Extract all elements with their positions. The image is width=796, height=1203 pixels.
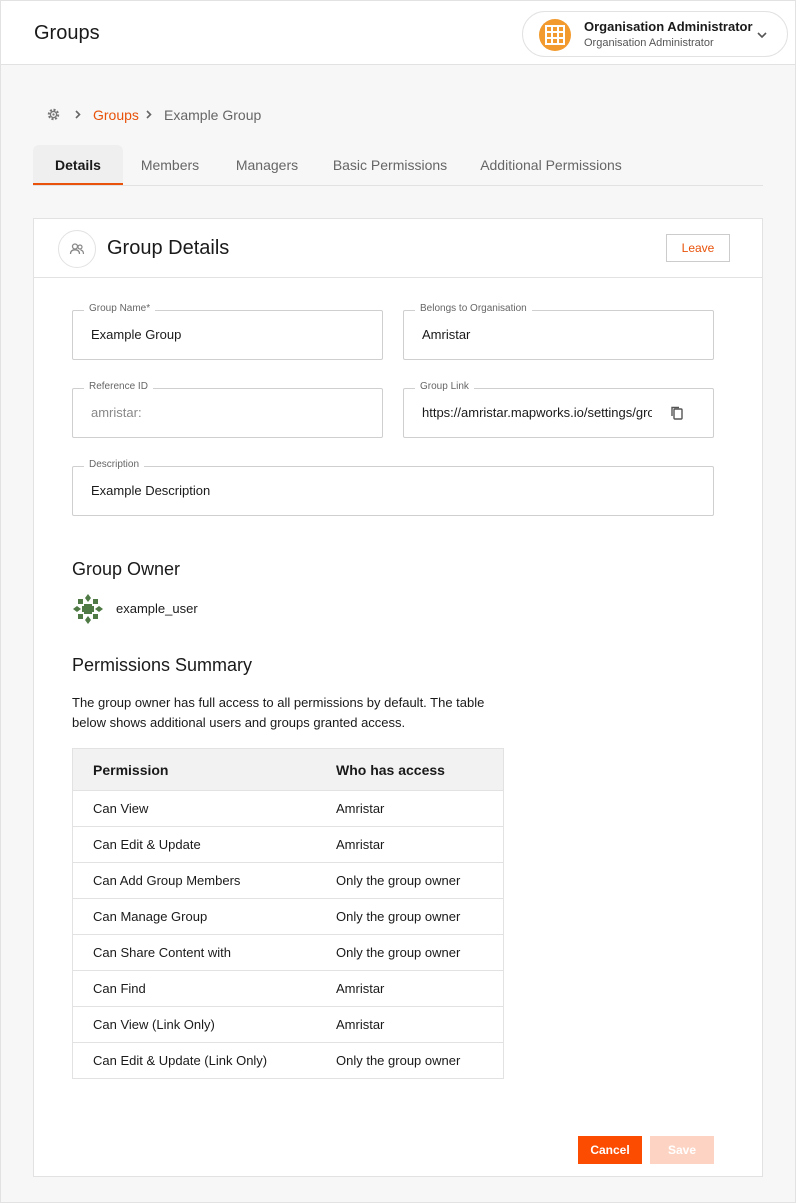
description-label: Description (84, 459, 145, 470)
tab-managers[interactable]: Managers (227, 145, 307, 185)
tab-bar: Details Members Managers Basic Permissio… (33, 145, 763, 186)
tab-additional-permissions[interactable]: Additional Permissions (475, 145, 627, 185)
table-row: Can Edit & Update (Link Only) Only the g… (73, 1042, 503, 1078)
group-link-value: https://amristar.mapworks.io/settings/gr… (422, 405, 652, 420)
cancel-button[interactable]: Cancel (578, 1136, 642, 1164)
chevron-down-icon[interactable] (755, 28, 769, 42)
permission-name: Can View (93, 801, 149, 816)
chevron-right-icon (75, 110, 81, 119)
permission-access: Only the group owner (336, 945, 461, 960)
organisation-field[interactable]: Belongs to Organisation Amristar (403, 303, 714, 360)
description-field[interactable]: Description Example Description (72, 459, 714, 516)
table-row: Can View Amristar (73, 790, 503, 826)
breadcrumb-link-groups[interactable]: Groups (93, 107, 139, 123)
table-row: Can Share Content with Only the group ow… (73, 934, 503, 970)
permission-name: Can Add Group Members (93, 873, 241, 888)
column-header-permission: Permission (93, 761, 169, 778)
group-link-field[interactable]: Group Link https://amristar.mapworks.io/… (403, 381, 714, 438)
table-row: Can Add Group Members Only the group own… (73, 862, 503, 898)
card-header: Group Details Leave (34, 219, 762, 278)
permission-access: Only the group owner (336, 909, 461, 924)
user-name: Organisation Administrator (584, 19, 753, 34)
group-icon (58, 230, 96, 268)
group-details-card: Group Details Leave Group Name* Example … (33, 218, 763, 1177)
reference-id-value: amristar: (91, 405, 142, 420)
user-menu[interactable]: Organisation Administrator Organisation … (522, 11, 788, 57)
group-name-value: Example Group (91, 327, 182, 342)
top-header: Groups Organisation Administrator Organi… (0, 0, 796, 65)
table-row: Can Manage Group Only the group owner (73, 898, 503, 934)
table-row: Can Edit & Update Amristar (73, 826, 503, 862)
column-header-access: Who has access (336, 761, 445, 778)
chevron-right-icon (146, 110, 152, 119)
permission-name: Can Share Content with (93, 945, 232, 960)
description-value: Example Description (91, 483, 211, 498)
user-avatar-icon (72, 593, 104, 625)
permission-name: Can Manage Group (93, 909, 208, 924)
breadcrumb-current: Example Group (164, 107, 262, 123)
table-row: Can Find Amristar (73, 970, 503, 1006)
copy-icon[interactable] (669, 405, 685, 421)
group-name-label: Group Name* (84, 303, 156, 314)
reference-id-label: Reference ID (84, 381, 153, 392)
building-grid-icon (539, 19, 571, 51)
permission-access: Only the group owner (336, 873, 461, 888)
permission-name: Can View (Link Only) (93, 1017, 215, 1032)
table-row: Can View (Link Only) Amristar (73, 1006, 503, 1042)
tab-basic-permissions[interactable]: Basic Permissions (327, 145, 453, 185)
permission-name: Can Edit & Update (93, 837, 201, 852)
card-title: Group Details (107, 237, 230, 259)
permission-access: Amristar (336, 1017, 385, 1032)
leave-button[interactable]: Leave (666, 234, 730, 262)
permission-name: Can Edit & Update (Link Only) (93, 1053, 268, 1068)
owner-username: example_user (116, 601, 198, 616)
page-title: Groups (34, 22, 100, 44)
organisation-value: Amristar (422, 327, 471, 342)
permissions-summary-text: The group owner has full access to all p… (72, 695, 485, 730)
permissions-table: Permission Who has access Can View Amris… (72, 748, 504, 1079)
permission-access: Amristar (336, 801, 385, 816)
gear-icon[interactable] (46, 107, 61, 122)
save-button[interactable]: Save (650, 1136, 714, 1164)
reference-id-field[interactable]: Reference ID amristar: (72, 381, 383, 438)
group-link-label: Group Link (415, 381, 474, 392)
permission-access: Amristar (336, 981, 385, 996)
tab-members[interactable]: Members (123, 145, 217, 185)
table-header-row: Permission Who has access (73, 749, 503, 790)
tab-details[interactable]: Details (33, 145, 123, 185)
group-name-field[interactable]: Group Name* Example Group (72, 303, 383, 360)
permission-access: Only the group owner (336, 1053, 461, 1068)
user-role: Organisation Administrator (584, 37, 714, 49)
permissions-summary-heading: Permissions Summary (72, 655, 253, 675)
permission-name: Can Find (93, 981, 146, 996)
organisation-label: Belongs to Organisation (415, 303, 532, 314)
group-owner-heading: Group Owner (72, 559, 181, 579)
permission-access: Amristar (336, 837, 385, 852)
